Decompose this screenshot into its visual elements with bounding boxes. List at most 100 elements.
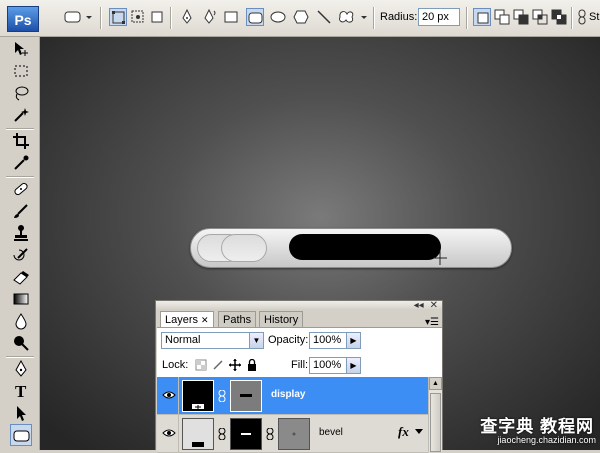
- clone-stamp-tool[interactable]: [10, 222, 32, 244]
- rounded-rectangle-icon: [248, 12, 263, 24]
- scroll-up-arrow-icon[interactable]: ▲: [429, 377, 442, 390]
- chain-link-icon[interactable]: [266, 428, 274, 440]
- add-to-shape-button[interactable]: [493, 8, 511, 26]
- tab-layers[interactable]: Layers ✕: [160, 311, 214, 327]
- blend-mode-value: Normal: [165, 334, 201, 346]
- panel-title-grip[interactable]: [156, 301, 442, 309]
- lock-pixels-brush-icon[interactable]: [212, 359, 224, 371]
- fill-label: Fill:: [291, 359, 309, 371]
- scrollbar-thumb[interactable]: [430, 393, 441, 452]
- fill-value: 100%: [313, 359, 342, 371]
- layer-thumbnail: [182, 380, 214, 412]
- link-style-button[interactable]: [577, 8, 587, 26]
- opacity-input[interactable]: 100% ▶: [309, 332, 361, 349]
- options-separator: [373, 7, 375, 29]
- photoshop-logo[interactable]: Ps: [7, 6, 39, 32]
- eraser-tool[interactable]: [10, 266, 32, 288]
- chain-link-icon[interactable]: [218, 390, 226, 402]
- paths-mode-button[interactable]: [129, 8, 147, 26]
- visibility-toggle[interactable]: [157, 415, 179, 453]
- magic-wand-tool[interactable]: [10, 104, 32, 126]
- chain-link-icon: [578, 9, 586, 25]
- tab-history[interactable]: History: [259, 311, 304, 327]
- pen-tool[interactable]: [10, 358, 32, 380]
- vector-mask-thumbnail: [230, 380, 262, 412]
- vector-mask-badge-icon: [192, 404, 204, 409]
- gradient-tool[interactable]: [10, 288, 32, 310]
- line-icon: [317, 10, 331, 24]
- exclude-overlap-button[interactable]: [550, 8, 568, 26]
- pen-icon: [182, 8, 192, 24]
- layer-mask-thumbnail: [230, 418, 262, 450]
- rounded-rectangle-tool-button[interactable]: [246, 8, 264, 26]
- shape-tool[interactable]: [10, 424, 32, 446]
- blend-mode-select[interactable]: Normal ▼: [161, 332, 264, 349]
- crop-tool[interactable]: [10, 130, 32, 152]
- fill-pixels-icon: [151, 11, 163, 23]
- layers-scrollbar[interactable]: ▲: [428, 377, 442, 452]
- type-tool[interactable]: T: [10, 380, 32, 402]
- tab-paths[interactable]: Paths: [218, 311, 257, 327]
- minimize-icon[interactable]: ◂◂: [414, 300, 424, 311]
- combine-new-button[interactable]: [473, 8, 491, 26]
- watermark-title: 查字典 教程网: [480, 417, 594, 436]
- eraser-icon: [13, 271, 29, 285]
- history-brush-tool[interactable]: [10, 244, 32, 266]
- freeform-pen-button[interactable]: [200, 8, 218, 26]
- opacity-value: 100%: [313, 334, 342, 346]
- move-icon: [15, 42, 28, 56]
- healing-brush-tool[interactable]: [10, 178, 32, 200]
- ellipse-tool-button[interactable]: [269, 8, 287, 26]
- tool-preset-picker[interactable]: [62, 8, 94, 26]
- dodge-tool[interactable]: [10, 332, 32, 354]
- crop-icon: [13, 133, 29, 149]
- lock-all-icon[interactable]: [246, 359, 258, 371]
- eye-icon: [162, 429, 176, 437]
- svg-text:T: T: [15, 382, 27, 400]
- options-separator: [571, 7, 573, 29]
- lock-label: Lock:: [162, 359, 189, 371]
- marquee-tool[interactable]: [10, 60, 32, 82]
- custom-shape-tool-button[interactable]: [337, 8, 371, 26]
- intersect-shape-button[interactable]: [531, 8, 549, 26]
- brush-tool[interactable]: [10, 200, 32, 222]
- chevron-down-icon[interactable]: [415, 429, 423, 435]
- pen-tool-button[interactable]: [178, 8, 196, 26]
- line-tool-button[interactable]: [315, 8, 333, 26]
- bevel-ring-right: [221, 234, 267, 262]
- options-separator: [170, 7, 172, 29]
- move-tool[interactable]: [10, 38, 32, 60]
- shape-layers-button[interactable]: [109, 8, 127, 26]
- lock-position-icon[interactable]: [229, 359, 241, 371]
- lock-transparency-icon[interactable]: [195, 359, 207, 371]
- layer-row-bevel[interactable]: bevel fx: [157, 415, 428, 453]
- options-separator: [100, 7, 102, 29]
- lasso-tool[interactable]: [10, 82, 32, 104]
- toolbox: T: [0, 37, 40, 450]
- radius-input[interactable]: 20 px: [418, 8, 460, 26]
- layer-row-display[interactable]: display: [157, 377, 428, 415]
- site-watermark: 查字典 教程网 jiaocheng.chazidian.com: [465, 410, 600, 450]
- layer-effects-fx-icon[interactable]: fx: [398, 424, 409, 440]
- chain-link-icon[interactable]: [218, 428, 226, 440]
- polygon-tool-button[interactable]: [292, 8, 310, 26]
- close-icon[interactable]: ✕: [430, 300, 438, 311]
- path-selection-tool[interactable]: [10, 402, 32, 424]
- eyedropper-tool[interactable]: [10, 152, 32, 174]
- fill-pixels-button[interactable]: [148, 8, 166, 26]
- freeform-pen-icon: [204, 8, 216, 24]
- rectangle-tool-button[interactable]: [222, 8, 240, 26]
- close-icon[interactable]: ✕: [201, 315, 209, 325]
- chevron-right-icon: ▶: [346, 358, 360, 373]
- eye-icon: [162, 391, 176, 399]
- polygon-icon: [293, 10, 309, 24]
- shape-icon: [13, 430, 30, 442]
- fill-input[interactable]: 100% ▶: [309, 357, 361, 374]
- type-icon: T: [15, 382, 27, 400]
- tab-paths-label: Paths: [223, 314, 252, 326]
- subtract-from-shape-button[interactable]: [512, 8, 530, 26]
- display-shape: [289, 234, 441, 260]
- blur-tool[interactable]: [10, 310, 32, 332]
- layers-panel: ◂◂ ✕ Layers ✕ Paths History ▾☰ Normal ▼ Op…: [155, 300, 443, 453]
- visibility-toggle[interactable]: [157, 377, 179, 415]
